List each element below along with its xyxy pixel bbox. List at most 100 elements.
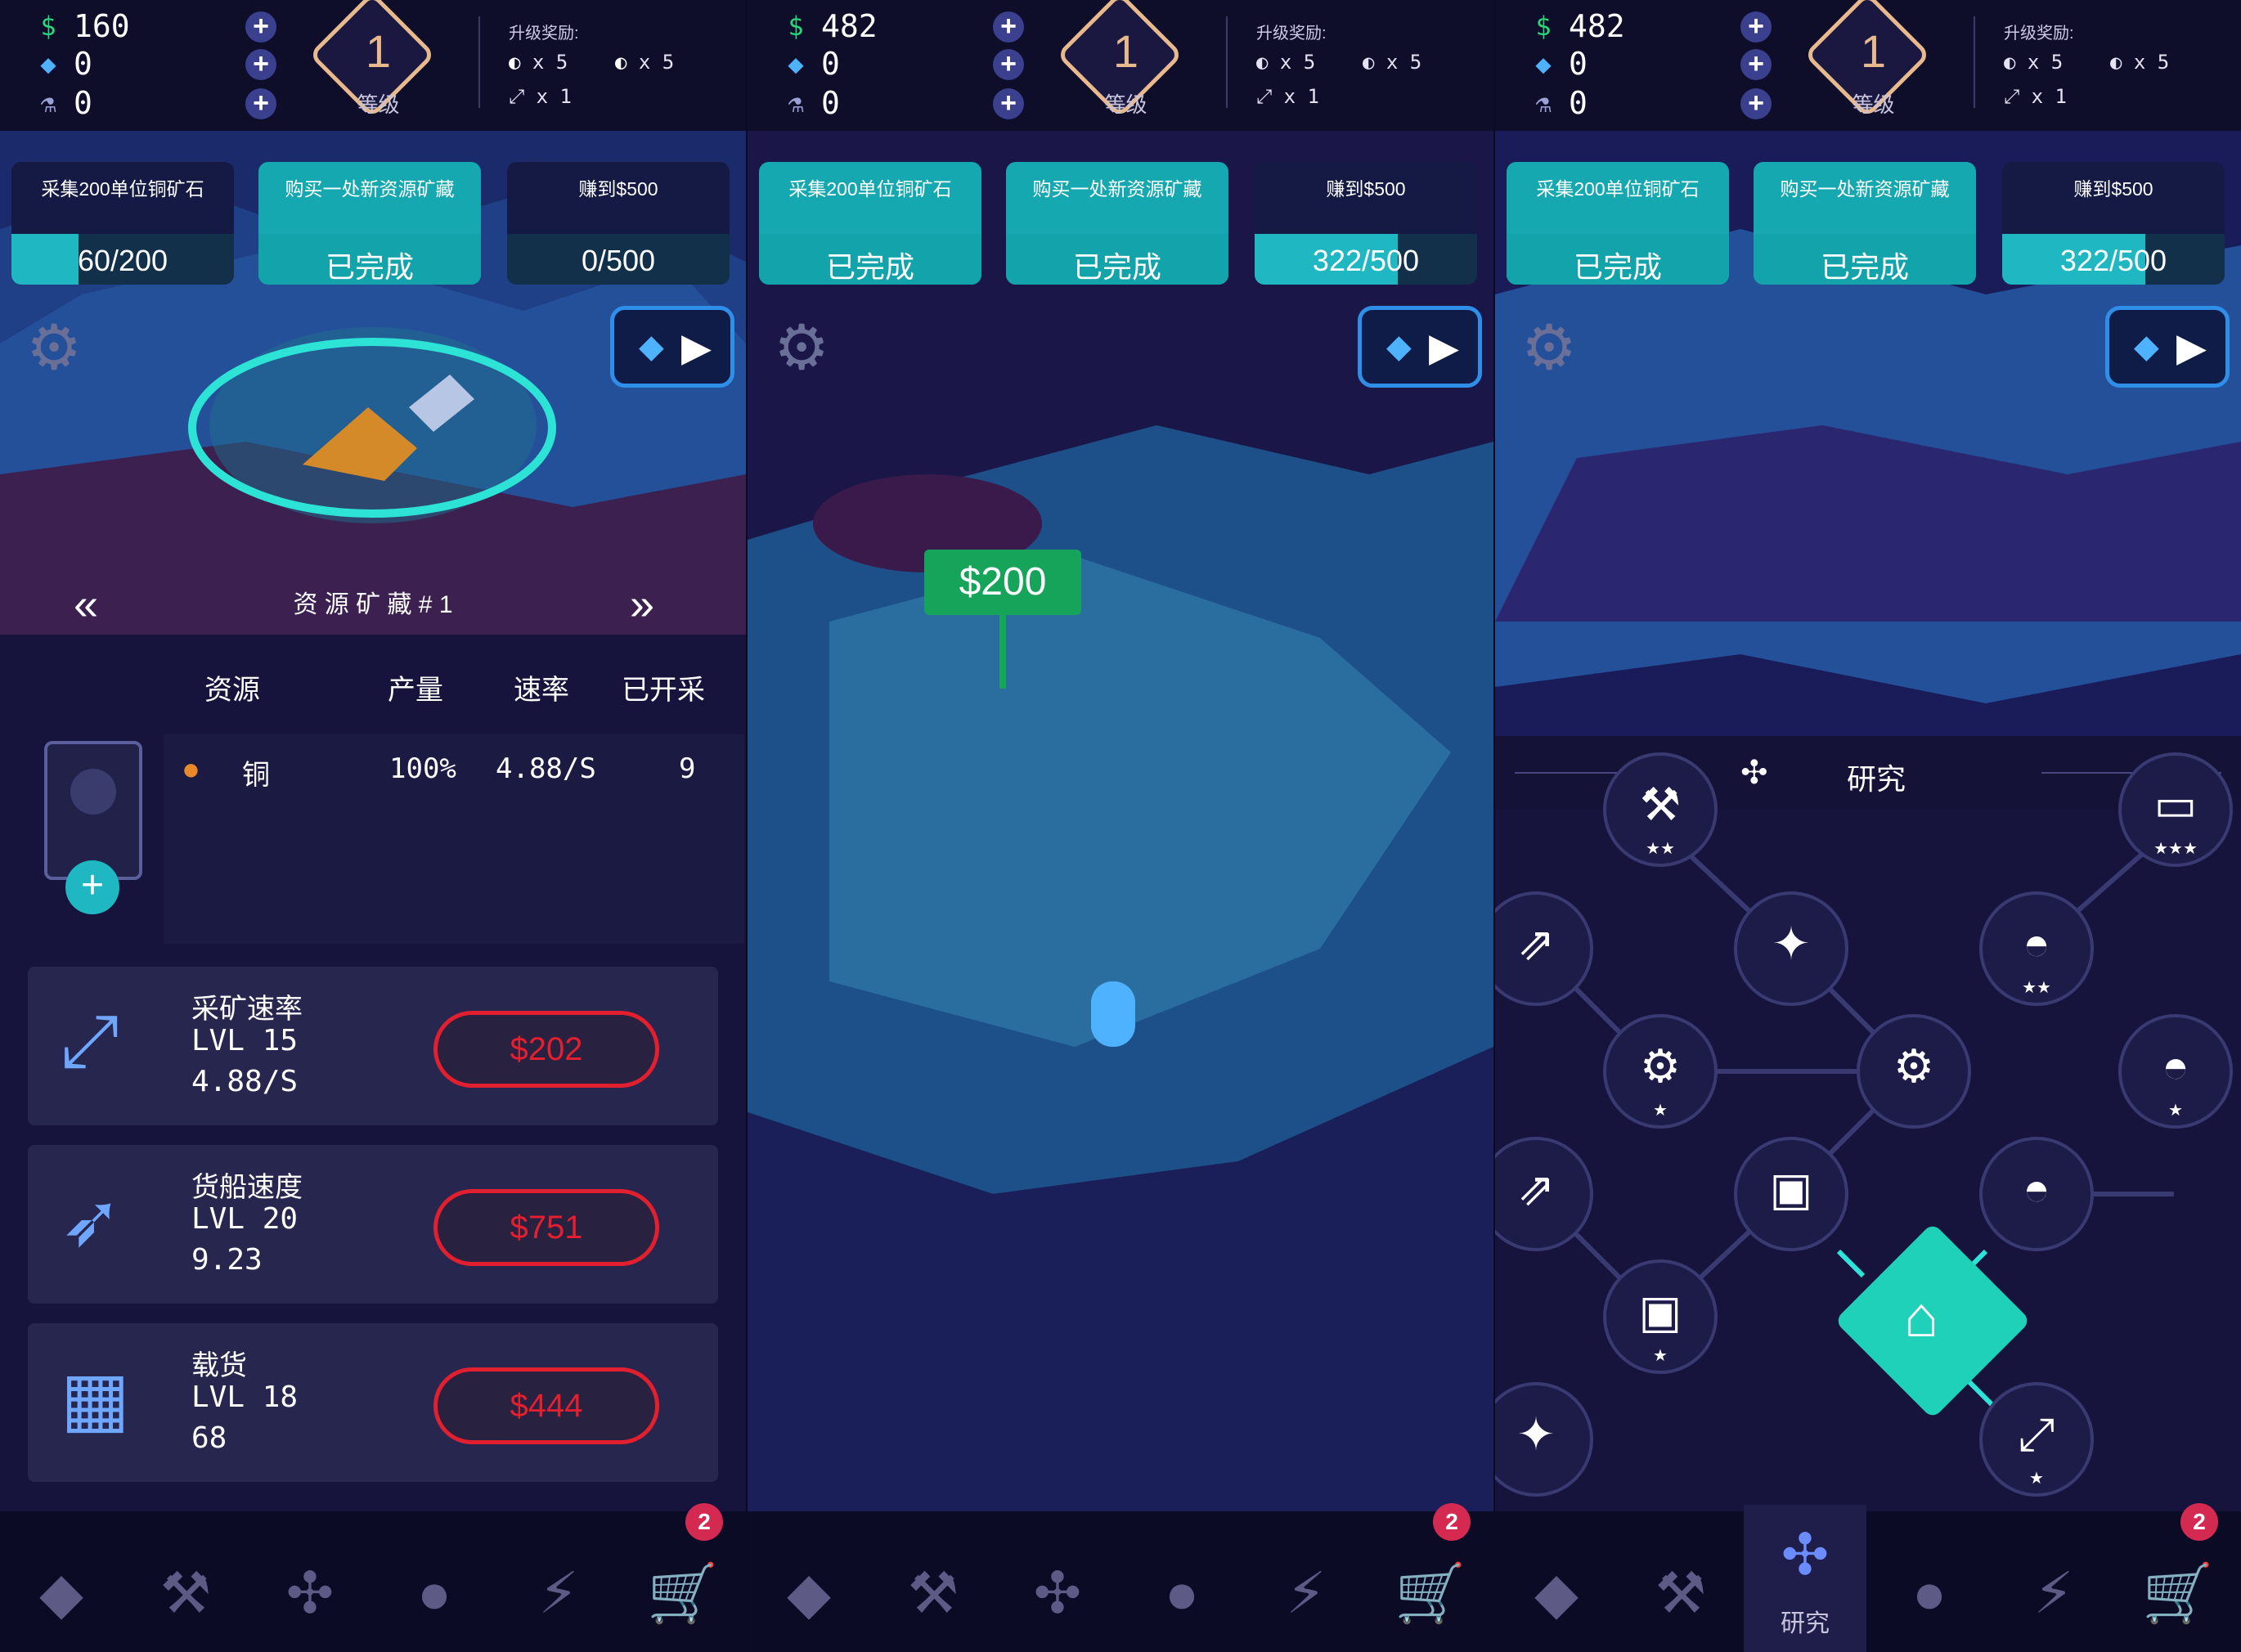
settings-gear-icon[interactable]: ⚙ [26, 311, 82, 384]
nav-research-active[interactable]: ✣ 研究 [1744, 1505, 1866, 1652]
upgrade-name: 载货 [191, 1350, 247, 1381]
nav-shop-icon[interactable]: 🛒 [2133, 1560, 2223, 1626]
research-node-cart[interactable]: ▣ [1734, 1137, 1848, 1251]
nav-manager-icon[interactable]: ● [389, 1560, 479, 1626]
research-node-cart-3star[interactable]: ▭ ★★★ [2118, 752, 2233, 867]
quest-progress-text: 60/200 [77, 244, 168, 277]
nav-shop-icon[interactable]: 🛒 [638, 1560, 728, 1626]
quest-done-text: 已完成 [1820, 250, 1909, 284]
nav-hammer-icon[interactable]: ⚒ [888, 1560, 978, 1626]
quest-progress-text: 322/500 [2059, 244, 2167, 277]
quest-progress-bar: 322/500 [2002, 234, 2225, 285]
nav-research-icon[interactable]: ✣ [1013, 1560, 1103, 1626]
money-row: $482 [1531, 8, 1624, 44]
add-gems-button[interactable]: + [245, 49, 276, 80]
quest-card-earn[interactable]: 赚到$500 0/500 [507, 162, 730, 285]
reward-gems: ◐ x 5 [1256, 51, 1316, 74]
quest-card-earn[interactable]: 赚到$500 322/500 [2002, 162, 2225, 285]
settings-gear-icon[interactable]: ⚙ [1521, 311, 1577, 384]
shop-badge: 2 [1433, 1503, 1471, 1541]
next-mine-chevron-icon[interactable]: » [630, 579, 654, 630]
gem-icon: ◆ [1535, 48, 1552, 79]
resource-row: ● 铜 100% 4.88/S 9 [164, 734, 744, 944]
sign-post [999, 615, 1006, 689]
cubes-icon: ▦ [61, 1358, 131, 1440]
avatar-icon [70, 769, 116, 815]
add-flask-button[interactable]: + [1740, 88, 1772, 119]
nav-boost-icon[interactable]: ⚡ [1261, 1560, 1351, 1626]
buy-mine-price-sign[interactable]: $200 [924, 550, 1081, 615]
quest-card-copper[interactable]: 采集200单位铜矿石 已完成 [759, 162, 981, 285]
quest-card-copper[interactable]: 采集200单位铜矿石 已完成 [1507, 162, 1729, 285]
upgrade-value: 68 [191, 1421, 227, 1455]
add-gems-button[interactable]: + [993, 49, 1024, 80]
quest-progress-text: 322/500 [1312, 244, 1420, 277]
quest-card-copper[interactable]: 采集200单位铜矿石 60/200 [11, 162, 234, 285]
flask-row: ⚗ 0 [36, 85, 92, 121]
nav-boost-icon[interactable]: ⚡ [514, 1560, 604, 1626]
upgrade-buy-button[interactable]: $751 [433, 1189, 659, 1266]
research-node-helmet-2star[interactable]: ◓ ★★ [1979, 891, 2094, 1006]
watch-video-button[interactable]: ◆ ▶ [1358, 306, 1482, 388]
research-node-drill-2star[interactable]: ⚒ ★★ [1603, 752, 1718, 867]
research-node-helmet-1star[interactable]: ◓ ★ [2118, 1014, 2233, 1129]
nav-diamond-icon[interactable]: ◆ [764, 1560, 854, 1626]
quest-card-earn[interactable]: 赚到$500 322/500 [1255, 162, 1477, 285]
quest-card-buy-mine[interactable]: 购买一处新资源矿藏 已完成 [1006, 162, 1228, 285]
upgrade-buy-button[interactable]: $202 [433, 1011, 659, 1088]
money-row: $482 [784, 8, 877, 44]
quest-title: 赚到$500 [578, 178, 658, 200]
nav-diamond-icon[interactable]: ◆ [16, 1560, 106, 1626]
reward-drill: ⤢ x 1 [1256, 85, 1320, 108]
flask-value: 0 [821, 85, 840, 121]
nav-hammer-icon[interactable]: ⚒ [141, 1560, 231, 1626]
nav-manager-icon[interactable]: ● [1137, 1560, 1227, 1626]
mine-ring-icon[interactable] [180, 325, 564, 530]
panel-research: $482 ◆ 0 ⚗ 0 + + + 1 等级 升级奖励: ◐ x 5 ◐ x 5 … [1495, 0, 2241, 1652]
quest-title: 采集200单位铜矿石 [788, 178, 952, 200]
shop-badge: 2 [2180, 1503, 2218, 1541]
gem-icon: ◆ [1386, 329, 1412, 365]
nav-shop-icon[interactable]: 🛒 [1385, 1560, 1475, 1626]
upgrade-mining-rate: ⤢ 采矿速率 LVL 15 4.88/S $202 [28, 967, 718, 1125]
nav-boost-icon[interactable]: ⚡ [2009, 1560, 2099, 1626]
reward-title: 升级奖励: [2004, 25, 2074, 43]
money-value: 160 [74, 8, 130, 44]
robot-icon[interactable] [1091, 981, 1135, 1047]
level-number: 1 [1860, 25, 1887, 77]
research-node-drill-1star[interactable]: ⤢ ★ [1979, 1382, 2094, 1497]
research-node-crane-1star[interactable]: ⚙ ★ [1603, 1014, 1718, 1129]
nav-manager-icon[interactable]: ● [1884, 1560, 1974, 1626]
col-yield: 产量 [388, 675, 443, 706]
research-node-crane[interactable]: ⚙ [1857, 1014, 1971, 1129]
watch-video-button[interactable]: ◆ ▶ [610, 306, 734, 388]
research-node-helmet[interactable]: ◓ [1979, 1137, 2094, 1251]
upgrade-buy-button[interactable]: $444 [433, 1367, 659, 1444]
drill-icon: ⤢ [61, 1000, 119, 1082]
quest-card-buy-mine[interactable]: 购买一处新资源矿藏 已完成 [258, 162, 481, 285]
nav-hammer-icon[interactable]: ⚒ [1636, 1560, 1726, 1626]
hud-divider [478, 16, 480, 108]
quest-card-buy-mine[interactable]: 购买一处新资源矿藏 已完成 [1754, 162, 1976, 285]
research-node-cart-1star[interactable]: ▣ ★ [1603, 1259, 1718, 1374]
add-flask-button[interactable]: + [245, 88, 276, 119]
reward-title: 升级奖励: [1256, 25, 1327, 43]
add-flask-button[interactable]: + [993, 88, 1024, 119]
add-gems-button[interactable]: + [1740, 49, 1772, 80]
research-node-drill-sparkle[interactable]: ✦ [1734, 891, 1848, 1006]
nav-research-icon[interactable]: ✣ [265, 1560, 355, 1626]
manager-slot[interactable] [44, 741, 142, 880]
add-money-button[interactable]: + [245, 11, 276, 43]
add-money-button[interactable]: + [993, 11, 1024, 43]
upgrade-value: 9.23 [191, 1243, 263, 1277]
add-money-button[interactable]: + [1740, 11, 1772, 43]
watch-video-button[interactable]: ◆ ▶ [2105, 306, 2230, 388]
shop-badge: 2 [685, 1503, 723, 1541]
add-manager-button[interactable]: + [65, 860, 119, 914]
upgrade-level: LVL 18 [191, 1380, 299, 1414]
gem-icon: ◆ [788, 48, 804, 79]
settings-gear-icon[interactable]: ⚙ [774, 311, 829, 384]
top-hud: $160 ◆ 0 ⚗ 0 + + + 1 等级 升级奖励: ◐ x 5 ◐ x 5 … [0, 0, 746, 131]
nav-diamond-icon[interactable]: ◆ [1511, 1560, 1601, 1626]
quest-done-bar: 已完成 [1754, 234, 1976, 285]
